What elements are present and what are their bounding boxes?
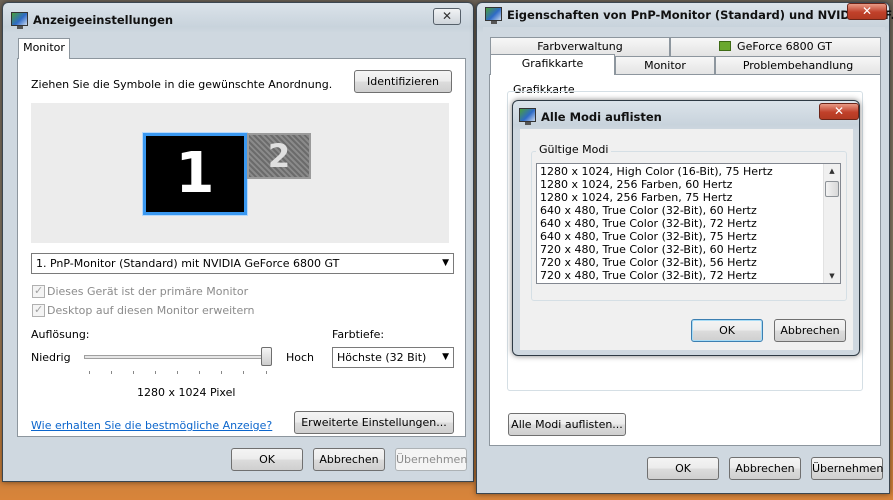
identify-button[interactable]: Identifizieren (354, 70, 452, 93)
mode-list-item[interactable]: 1280 x 1024, 256 Farben, 75 Hertz (537, 191, 823, 204)
extend-desktop-checkbox[interactable] (32, 303, 45, 317)
resolution-value: 1280 x 1024 Pixel (137, 386, 236, 399)
arrangement-instruction: Ziehen Sie die Symbole in die gewünschte… (31, 78, 333, 91)
apply-button[interactable]: Übernehmen (811, 457, 883, 480)
tab-geforce[interactable]: GeForce 6800 GT (670, 37, 881, 56)
monitor-1[interactable]: 1 (142, 132, 248, 216)
tab-monitor[interactable]: Monitor (615, 56, 715, 75)
color-depth-label: Farbtiefe: (332, 328, 385, 341)
resolution-slider-thumb[interactable] (261, 347, 272, 366)
slider-tick (177, 371, 178, 374)
resolution-low-label: Niedrig (31, 351, 71, 364)
client-area: Monitor Ziehen Sie die Symbole in die ge… (9, 32, 468, 477)
tab-geforce-label: GeForce 6800 GT (737, 40, 832, 53)
monitor-select[interactable]: 1. PnP-Monitor (Standard) mit NVIDIA GeF… (31, 253, 454, 274)
monitor-tab-panel: Ziehen Sie die Symbole in die gewünschte… (17, 58, 466, 437)
ok-button[interactable]: OK (231, 448, 303, 471)
close-button[interactable]: ✕ (433, 8, 461, 25)
monitor-arrangement-area: 1 2 (31, 103, 449, 243)
modes-listbox[interactable]: 1280 x 1024, High Color (16-Bit), 75 Her… (536, 163, 841, 284)
slider-tick (266, 371, 267, 374)
ok-button[interactable]: OK (691, 319, 763, 342)
valid-modes-label-text: Gültige Modi (539, 143, 609, 156)
primary-monitor-label: Dieses Gerät ist der primäre Monitor (47, 285, 249, 298)
cancel-button[interactable]: Abbrechen (774, 319, 846, 342)
title-bar[interactable]: Anzeigeeinstellungen ✕ (3, 3, 473, 33)
cancel-button[interactable]: Abbrechen (729, 457, 801, 480)
chevron-down-icon: ▼ (442, 352, 449, 362)
scroll-up-arrow[interactable]: ▲ (824, 164, 840, 178)
nvidia-icon (719, 41, 732, 51)
slider-tick (243, 371, 244, 374)
color-depth-value: Höchste (32 Bit) (337, 351, 427, 364)
resolution-high-label: Hoch (286, 351, 315, 364)
mode-list-item[interactable]: 640 x 480, True Color (32-Bit), 60 Hertz (537, 204, 823, 217)
resolution-label: Auflösung: (31, 328, 90, 341)
all-modes-dialog: Alle Modi auflisten ✕ Gültige Modi 1280 … (512, 100, 860, 356)
display-icon (11, 12, 28, 29)
mode-list-item[interactable]: 640 x 480, True Color (32-Bit), 75 Hertz (537, 230, 823, 243)
display-settings-window: Anzeigeeinstellungen ✕ Monitor Ziehen Si… (2, 2, 474, 482)
modes-list: 1280 x 1024, High Color (16-Bit), 75 Her… (537, 165, 823, 282)
mode-list-item[interactable]: 1280 x 1024, High Color (16-Bit), 75 Her… (537, 165, 823, 178)
color-depth-select[interactable]: Höchste (32 Bit) ▼ (332, 347, 454, 368)
close-button[interactable]: ✕ (819, 103, 859, 120)
list-all-modes-button[interactable]: Alle Modi auflisten... (508, 413, 626, 436)
chevron-down-icon: ▼ (442, 258, 449, 268)
apply-button[interactable]: Übernehmen (395, 448, 467, 471)
slider-tick (89, 371, 90, 374)
title-bar[interactable]: Alle Modi auflisten ✕ (513, 101, 859, 131)
tab-monitor[interactable]: Monitor (18, 38, 70, 59)
slider-tick (133, 371, 134, 374)
primary-monitor-checkbox[interactable] (32, 284, 45, 298)
monitor-select-value: 1. PnP-Monitor (Standard) mit NVIDIA GeF… (36, 257, 340, 270)
tab-graphics-card[interactable]: Grafikkarte (490, 54, 615, 75)
slider-tick (221, 371, 222, 374)
mode-list-item[interactable]: 640 x 480, True Color (32-Bit), 72 Hertz (537, 217, 823, 230)
monitor-2[interactable]: 2 (247, 133, 311, 179)
display-icon (519, 108, 536, 125)
display-icon (485, 7, 502, 24)
mode-list-item[interactable]: 720 x 480, True Color (32-Bit), 72 Hertz (537, 269, 823, 282)
slider-tick (111, 371, 112, 374)
dialog-client-area: Gültige Modi 1280 x 1024, High Color (16… (520, 129, 853, 350)
extend-desktop-label: Desktop auf diesen Monitor erweitern (47, 304, 255, 317)
advanced-settings-button[interactable]: Erweiterte Einstellungen... (294, 411, 454, 434)
close-button[interactable]: ✕ (847, 3, 887, 20)
ok-button[interactable]: OK (647, 457, 719, 480)
scroll-down-arrow[interactable]: ▼ (824, 269, 840, 283)
mode-list-item[interactable]: 1280 x 1024, 256 Farben, 60 Hertz (537, 178, 823, 191)
window-title: Anzeigeeinstellungen (33, 13, 174, 27)
scrollbar[interactable]: ▲ ▼ (823, 164, 840, 283)
slider-tick (199, 371, 200, 374)
help-link[interactable]: Wie erhalten Sie die bestmögliche Anzeig… (31, 419, 272, 432)
window-title: Eigenschaften von PnP-Monitor (Standard)… (507, 8, 893, 22)
scroll-thumb[interactable] (825, 181, 839, 197)
mode-list-item[interactable]: 720 x 480, True Color (32-Bit), 56 Hertz (537, 256, 823, 269)
mode-list-item[interactable]: 720 x 480, True Color (32-Bit), 60 Hertz (537, 243, 823, 256)
valid-modes-label: Gültige Modi (536, 143, 612, 156)
resolution-slider-track[interactable] (84, 355, 271, 359)
slider-tick (155, 371, 156, 374)
dialog-title: Alle Modi auflisten (541, 110, 662, 124)
tab-troubleshooting[interactable]: Problembehandlung (715, 56, 881, 75)
cancel-button[interactable]: Abbrechen (313, 448, 385, 471)
